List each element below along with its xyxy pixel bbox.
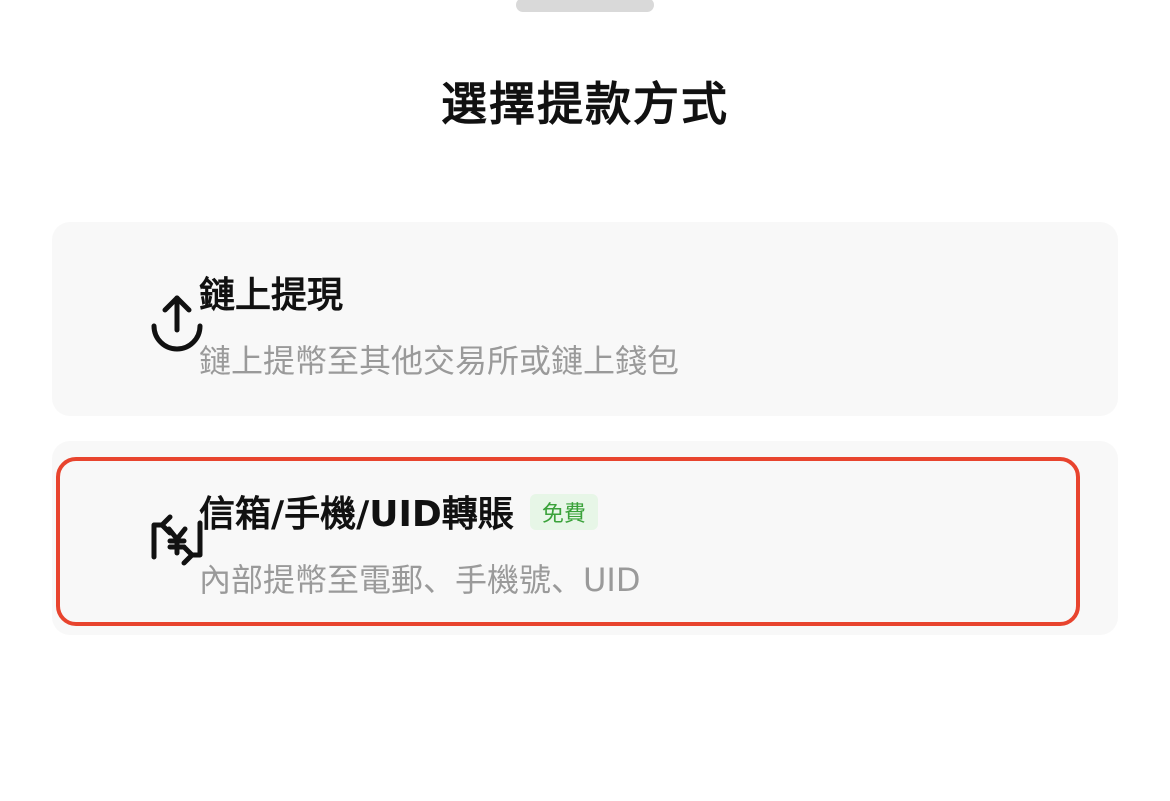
option-subtitle: 內部提幣至電郵、手機號、UID [199,561,641,599]
sheet-title: 選擇提款方式 [441,77,729,131]
bottom-sheet: 選擇提款方式 鏈上提現 鏈上提幣至其他交易所或鏈上錢包 信箱/手機/UID轉賬 … [0,0,1170,801]
option-title: 鏈上提現 [199,275,344,316]
sheet-drag-handle[interactable] [516,0,654,12]
option-subtitle: 鏈上提幣至其他交易所或鏈上錢包 [199,342,680,380]
option-title: 信箱/手機/UID轉賬 免費 [199,485,598,537]
option-internal-transfer[interactable]: 信箱/手機/UID轉賬 免費 內部提幣至電郵、手機號、UID [52,441,1118,635]
free-badge: 免費 [529,494,598,530]
option-title-text: 信箱/手機/UID轉賬 [199,494,514,535]
option-onchain-withdraw[interactable]: 鏈上提現 鏈上提幣至其他交易所或鏈上錢包 [52,222,1118,416]
